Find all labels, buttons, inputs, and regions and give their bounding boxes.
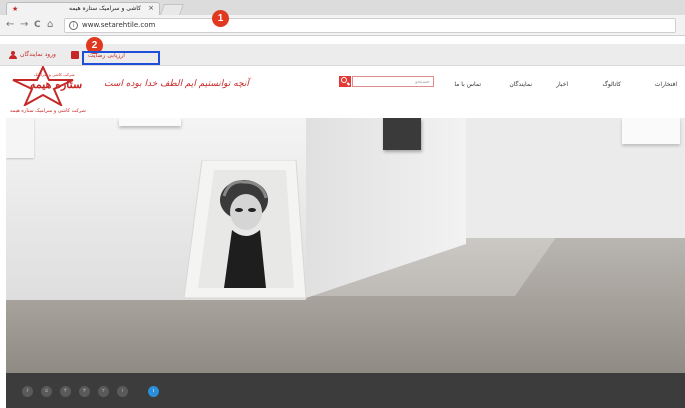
- slider-dot[interactable]: ۲: [98, 386, 109, 397]
- tab-title: کاشی و سرامیک ستاره هیمه: [68, 5, 141, 12]
- nav-news[interactable]: اخبار: [556, 81, 568, 88]
- search-icon: [341, 77, 347, 83]
- address-bar[interactable]: i www.setarehtile.com: [64, 18, 676, 33]
- slider-dot[interactable]: ۳: [79, 386, 90, 397]
- close-icon[interactable]: ×: [148, 4, 154, 12]
- slider-dot[interactable]: ۴: [60, 386, 71, 397]
- nav-contact-us[interactable]: تماس با ما: [454, 81, 481, 88]
- logo-name[interactable]: ستاره هیمه: [30, 78, 82, 91]
- hero-top-frame: [119, 118, 181, 126]
- user-icon: [9, 51, 17, 59]
- forward-icon[interactable]: →: [20, 19, 28, 31]
- nav-honors[interactable]: افتخارات: [655, 81, 677, 88]
- hero-small-frame: [6, 118, 34, 158]
- slider-pagination-bar: ۶ ۵ ۴ ۳ ۲ ۱ ۱: [6, 373, 685, 408]
- info-icon[interactable]: i: [69, 21, 78, 30]
- nav-catalog[interactable]: کاتالوگ: [603, 81, 621, 88]
- site-favicon-icon: ★: [12, 5, 19, 13]
- hero-slider-image[interactable]: [6, 118, 685, 373]
- slider-dot[interactable]: ۱: [117, 386, 128, 397]
- logo-subtitle: شرکت کاشی و سرامیک ستاره هیمه: [10, 108, 86, 114]
- hero-dark-frame: [383, 118, 421, 150]
- browser-tab[interactable]: ★ کاشی و سرامیک ستاره هیمه ×: [6, 2, 160, 15]
- back-icon[interactable]: ←: [6, 19, 14, 31]
- new-tab-button[interactable]: [159, 4, 185, 15]
- gift-icon: [71, 51, 79, 59]
- browser-tabstrip: ★ کاشی و سرامیک ستاره هیمه ×: [0, 0, 685, 15]
- hero-white-frame: [622, 118, 680, 144]
- annotation-highlight-box: [82, 51, 160, 65]
- browser-toolbar: ← → C ⌂ i www.setarehtile.com: [0, 15, 685, 36]
- reseller-login-link[interactable]: ورود نمایندگان: [20, 51, 56, 58]
- nav-representatives[interactable]: نمایندگان: [509, 81, 532, 88]
- slider-dot[interactable]: ۵: [41, 386, 52, 397]
- home-icon[interactable]: ⌂: [47, 19, 53, 31]
- slider-dot-active[interactable]: ۱: [148, 386, 159, 397]
- slogan: آنچه توانستیم ایم الطف خدا بوده است: [104, 79, 249, 89]
- url-text[interactable]: www.setarehtile.com: [82, 21, 155, 29]
- search-input[interactable]: [352, 76, 434, 87]
- reload-icon[interactable]: C: [34, 19, 41, 31]
- site-header: شرکت کاشی و سرامیک ستاره هیمه شرکت کاشی …: [0, 66, 685, 118]
- slider-dot[interactable]: ۶: [22, 386, 33, 397]
- logo-small-text: شرکت کاشی و سرامیک: [34, 72, 75, 77]
- portrait-poster-image: [184, 160, 307, 299]
- annotation-badge-1: 1: [212, 10, 229, 27]
- search-button[interactable]: [339, 76, 351, 87]
